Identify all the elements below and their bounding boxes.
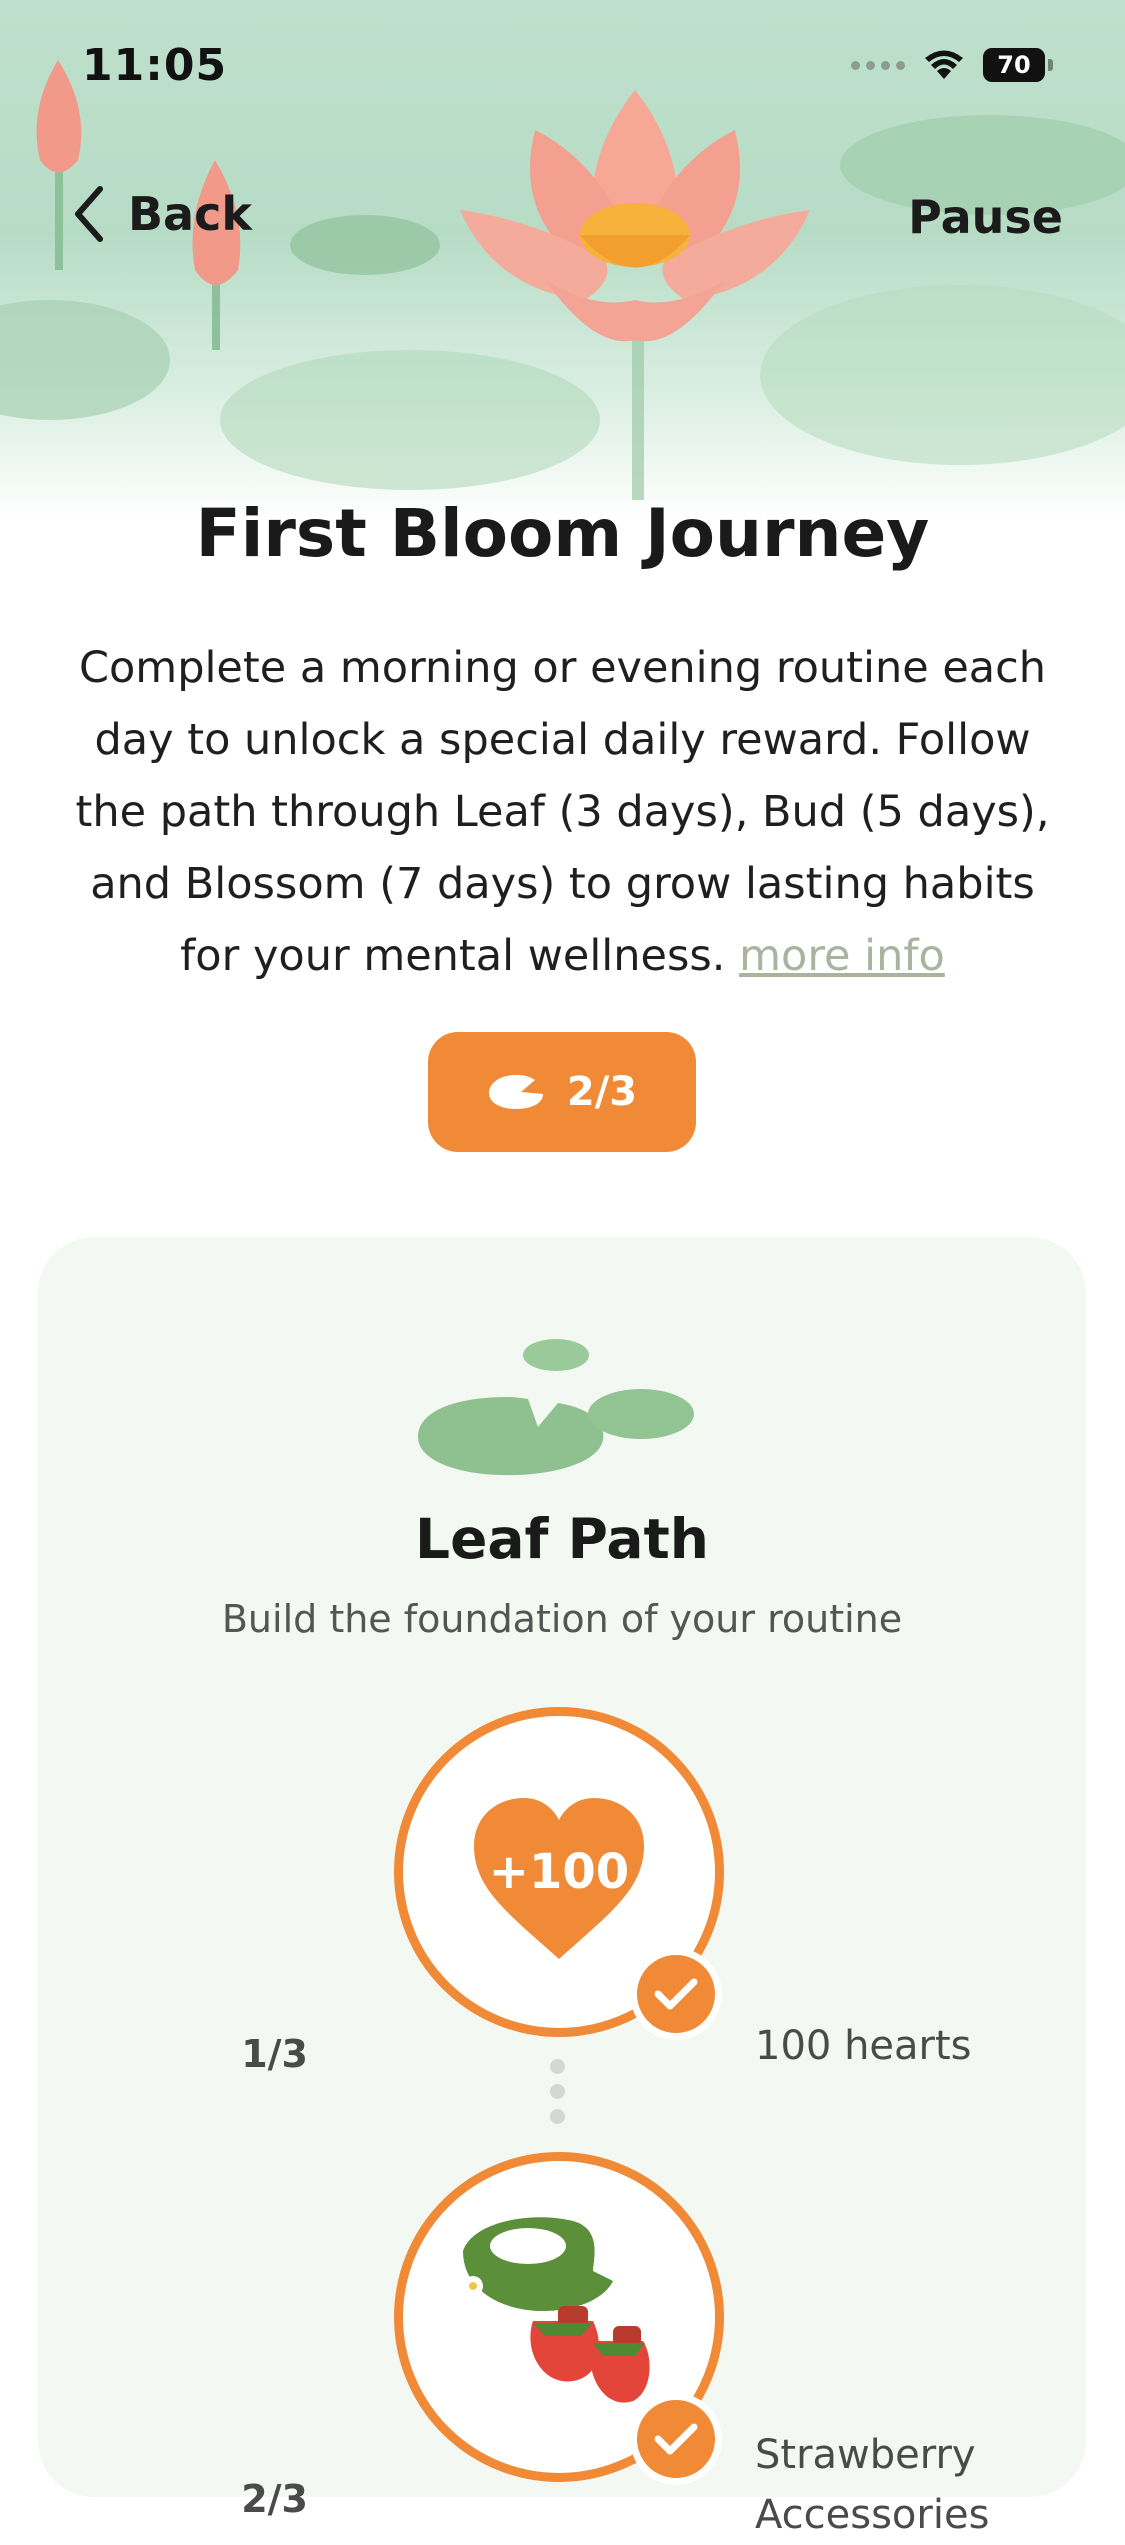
back-label: Back <box>128 187 252 241</box>
wifi-icon <box>925 50 963 79</box>
path-connector <box>550 2059 565 2124</box>
reward-day-count: 2/3 <box>241 2477 308 2521</box>
cellular-signal-icon <box>851 60 905 70</box>
battery-icon: 70 <box>983 48 1053 82</box>
reward-name-line2: Accessories <box>755 2492 990 2538</box>
strawberry-accessories-icon <box>463 2217 650 2403</box>
page-title: First Bloom Journey <box>195 495 930 572</box>
lily-pads-icon <box>418 1339 694 1476</box>
lily-pad-icon <box>488 1075 543 1109</box>
checkmark-icon <box>630 1948 722 2040</box>
status-bar: 11:05 70 <box>82 40 1085 100</box>
back-button[interactable]: Back <box>72 185 252 243</box>
heart-reward-value: +100 <box>488 1844 630 1900</box>
progress-count: 2/3 <box>566 1069 638 1115</box>
leaf-path-card: Leaf Path Build the foundation of your r… <box>38 1237 1086 2538</box>
pause-button[interactable]: Pause <box>908 190 1063 244</box>
path-subtitle: Build the foundation of your routine <box>221 1597 903 1641</box>
status-indicators: 70 <box>851 48 1053 82</box>
checkmark-icon <box>630 2393 722 2485</box>
journey-description: Complete a morning or evening routine ea… <box>70 632 1055 992</box>
reward-day-count: 1/3 <box>241 2032 308 2076</box>
heart-icon: +100 <box>469 1794 649 1964</box>
more-info-link[interactable]: more info <box>739 931 945 981</box>
reward-name-line1: Strawberry <box>755 2432 976 2478</box>
journey-progress-badge: 2/3 <box>428 1032 696 1152</box>
back-chevron-icon <box>75 186 103 242</box>
path-title: Leaf Path <box>415 1507 709 1571</box>
reward-name: Strawberry Accessories <box>755 2425 1055 2545</box>
reward-name: 100 hearts <box>755 2023 972 2069</box>
clock: 11:05 <box>82 40 228 91</box>
